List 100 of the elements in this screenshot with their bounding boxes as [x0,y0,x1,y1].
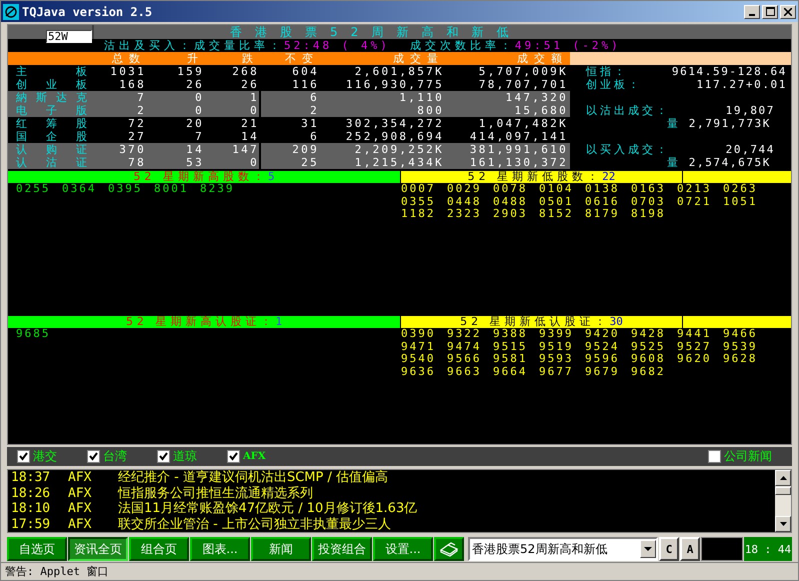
table-cell-text: 159 [176,65,204,78]
toolbar-button[interactable]: 资讯全页 [68,537,128,561]
stock-code: 2323 [447,208,482,220]
scroll-down-button[interactable] [775,516,791,532]
table-cell-text: 252,908,694 [344,130,444,143]
stock-code: 1051 [723,196,758,208]
toolbar-button[interactable]: 设置... [373,537,433,561]
table-cell-text: 20 [185,117,204,130]
ratio-label: 沽出及买入：成交量比率： [104,39,284,52]
print-button[interactable] [434,537,464,561]
news-headline[interactable]: 经纪推介 - 道亨建议伺机沽出SCMP / 估值偏高 [118,470,388,486]
checkbox[interactable] [708,450,721,463]
stock-code: 0104 [539,183,574,196]
stock-code: 9527 [677,340,712,353]
stock-code: 8198 [631,208,666,220]
index-label: 量 [666,117,681,130]
table-cell-text: 1,047,482K [478,117,568,130]
stock-code: 8239 [200,183,236,196]
text-button[interactable]: C [659,537,679,561]
table-cell-text: 6 [309,91,319,104]
section-title: 52 星期新高股数： [133,170,268,183]
maximize-button[interactable] [762,4,778,18]
checkbox[interactable] [157,450,170,463]
stock-code: 9677 [539,366,574,378]
stock-code: 0488 [493,196,528,208]
table-cell-text: 116,930,775 [344,78,444,91]
table-cell-text: 370 [118,143,146,156]
checkbox-label: 道琼 [173,448,197,465]
stock-code: 9428 [631,328,666,340]
table-cell-text: 7 [136,91,146,104]
news-headline[interactable]: 联交所企业管治 - 上市公司独立非执董最少三人 [118,516,391,532]
stock-code: 0355 [401,196,436,208]
scroll-thumb[interactable] [775,487,791,495]
index-label: 恒指： [586,65,628,78]
section-count: 1 [275,315,282,328]
table-cell-text: 0 [194,91,204,104]
scroll-up-button[interactable] [775,470,791,486]
index-value: 117.27+0.01 [696,78,787,91]
close-button[interactable] [780,4,796,18]
toolbar-button[interactable]: 图表... [190,537,250,561]
stock-code: 0163 [631,183,666,196]
news-headline[interactable]: 恒指服务公司推恒生流通精选系列 [118,486,313,501]
code-field[interactable]: 52W [46,30,92,43]
table-cell-text: 2 [136,104,146,117]
news-source: AFX [68,470,92,486]
section-title: 52 星期新高认股证： [126,315,276,328]
stock-code: 0501 [539,196,574,208]
row-label: 创业板 [15,78,88,91]
table-cell-text: 1,215,434K [354,156,444,169]
stock-code: 0029 [447,183,482,196]
minimize-button[interactable] [744,4,760,18]
table-cell-text: 0 [194,104,204,117]
stock-code: 0263 [723,183,758,196]
stock-code: 0616 [585,196,620,208]
stock-code: 9539 [723,340,758,353]
checkbox-label: 港交 [33,448,57,465]
blank-display [701,537,743,561]
toolbar-button[interactable]: 组合页 [129,537,189,561]
section-title: 52 星期新低认股证： [460,315,610,328]
table-cell-text: 604 [291,65,319,78]
stock-code: 9679 [585,366,620,378]
table-cell-text: 302,354,272 [344,117,444,130]
scrollbar[interactable] [775,470,791,532]
table-cell-text: 53 [185,156,204,169]
table-cell-text: 1,110 [398,91,444,104]
stock-code: 9474 [447,340,482,353]
page-dropdown[interactable]: 香港股票52周新高和新低 [468,537,658,561]
table-cell-text: 78 [127,156,146,169]
clock: 18 : 44 [744,537,792,561]
text-button[interactable]: A [680,537,700,561]
table-cell-text: 147,320 [504,91,568,104]
minimize-icon [749,14,755,16]
table-cell-text: 14 [240,130,260,143]
stock-code: 0078 [493,183,528,196]
column-header: 跌 [241,52,260,65]
checkbox[interactable] [227,450,240,463]
index-label: 量 [666,156,681,169]
toolbar-button[interactable]: 投资组合 [312,537,372,561]
table-cell-text: 800 [416,104,444,117]
stock-code: 8001 [154,183,190,196]
section-title: 52 星期新低股数： [468,170,602,183]
stock-code: 9596 [585,353,620,366]
table-cell: 0 [204,156,261,169]
index-label: 以沽出成交： [586,104,670,117]
table-cell-text: 209 [291,143,319,156]
news-headline[interactable]: 法国11月经常账盈馀47亿欧元 / 10月修订後1.63亿 [118,501,418,516]
checkbox[interactable] [17,450,30,463]
window-title: TQJava version 2.5 [22,4,154,18]
news-source: AFX [68,486,92,501]
stock-code: 0007 [401,183,436,196]
table-cell-text: 15,680 [513,104,568,117]
stock-code: 9664 [493,366,528,378]
column-header: 成交量 [392,52,444,65]
triangle-down-icon [780,522,786,526]
index-label: 以买入成交： [586,143,670,156]
maximize-icon [766,7,774,16]
row-label: 认沽证 [15,156,88,169]
toolbar-button[interactable]: 新闻 [251,537,311,561]
toolbar-button[interactable]: 自选页 [7,537,67,561]
checkbox[interactable] [87,450,100,463]
